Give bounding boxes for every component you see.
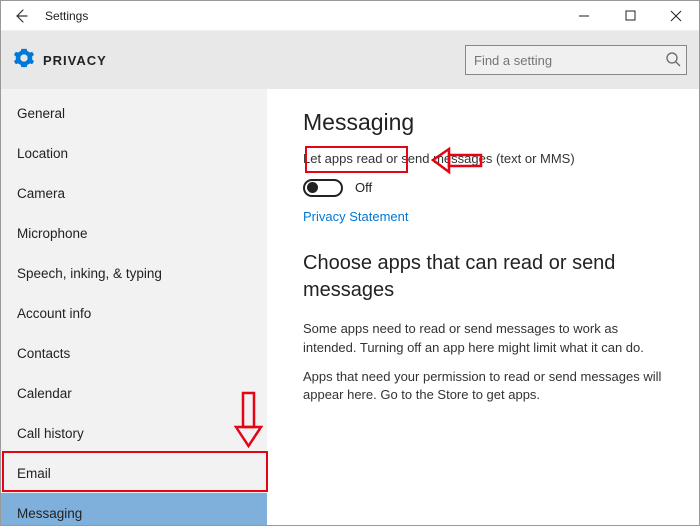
content-pane: Messaging Let apps read or send messages… — [267, 89, 699, 525]
content-para-2: Apps that need your permission to read o… — [303, 368, 663, 406]
window-body: General Location Camera Microphone Speech, i… — [1, 89, 699, 525]
search-icon — [665, 51, 681, 72]
caption-buttons — [561, 1, 699, 31]
content-para-1: Some apps need to read or send messages … — [303, 320, 663, 358]
toggle-row: Off — [303, 179, 663, 197]
window-title: Settings — [45, 9, 88, 23]
sidebar-item-account-info[interactable]: Account info — [1, 293, 267, 333]
back-button[interactable] — [1, 1, 41, 31]
sidebar-item-messaging[interactable]: Messaging — [1, 493, 267, 525]
maximize-button[interactable] — [607, 1, 653, 31]
settings-window: Settings PRIVACY GeneralLocationCame — [0, 0, 700, 526]
sidebar-item-label: Account info — [17, 306, 91, 321]
sidebar-item-label: Microphone — [17, 226, 88, 241]
sidebar-item-call-history[interactable]: Call history — [1, 413, 267, 453]
page-header: PRIVACY — [1, 31, 699, 89]
search-input[interactable] — [465, 45, 687, 75]
sidebar-item-camera[interactable]: Camera — [1, 173, 267, 213]
close-button[interactable] — [653, 1, 699, 31]
page-title: PRIVACY — [43, 53, 107, 68]
sidebar-item-general[interactable]: General — [1, 93, 267, 133]
sidebar-item-label: Messaging — [17, 506, 82, 521]
content-heading: Messaging — [303, 109, 663, 136]
sidebar-item-label: Call history — [17, 426, 84, 441]
sidebar[interactable]: General Location Camera Microphone Speech, i… — [1, 89, 267, 525]
sidebar-item-label: Camera — [17, 186, 65, 201]
sidebar-item-speech-inking-typing[interactable]: Speech, inking, & typing — [1, 253, 267, 293]
gear-icon — [13, 47, 35, 74]
sidebar-item-label: Contacts — [17, 346, 70, 361]
sidebar-item-contacts[interactable]: Contacts — [1, 333, 267, 373]
sidebar-item-email[interactable]: Email — [1, 453, 267, 493]
sidebar-item-label: Location — [17, 146, 68, 161]
sidebar-item-location[interactable]: Location — [1, 133, 267, 173]
search-box — [465, 45, 687, 75]
sidebar-item-microphone[interactable]: Microphone — [1, 213, 267, 253]
toggle-description: Let apps read or send messages (text or … — [303, 150, 663, 169]
titlebar: Settings — [1, 1, 699, 31]
toggle-state-label: Off — [355, 180, 372, 195]
content-subheading: Choose apps that can read or send messag… — [303, 250, 663, 304]
sidebar-item-label: Email — [17, 466, 51, 481]
minimize-button[interactable] — [561, 1, 607, 31]
sidebar-item-calendar[interactable]: Calendar — [1, 373, 267, 413]
sidebar-item-label: Speech, inking, & typing — [17, 266, 162, 281]
close-icon — [670, 10, 682, 22]
back-arrow-icon — [13, 8, 29, 24]
minimize-icon — [578, 10, 590, 22]
messaging-toggle[interactable] — [303, 179, 343, 197]
maximize-icon — [625, 10, 636, 21]
toggle-knob — [307, 182, 318, 193]
privacy-statement-link[interactable]: Privacy Statement — [303, 209, 663, 224]
sidebar-item-label: General — [17, 106, 65, 121]
sidebar-item-label: Calendar — [17, 386, 72, 401]
